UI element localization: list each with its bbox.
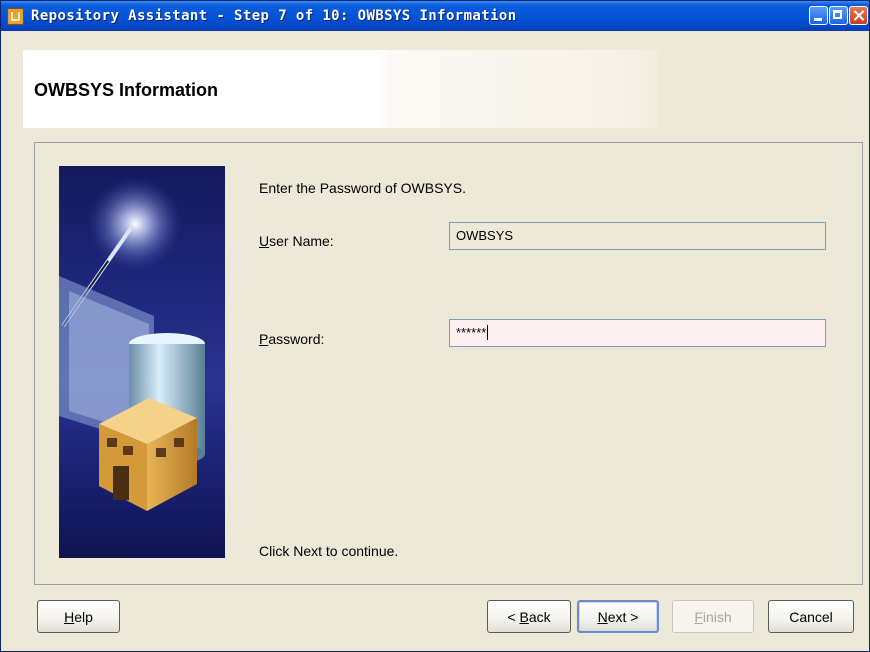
instruction-text: Enter the Password of OWBSYS.: [259, 180, 466, 196]
page-title: OWBSYS Information: [34, 80, 218, 100]
maximize-button[interactable]: [829, 6, 848, 25]
password-field[interactable]: ******: [449, 319, 826, 347]
header-band: OWBSYS Information: [23, 50, 659, 128]
text-cursor: [487, 325, 489, 340]
continue-hint: Click Next to continue.: [259, 543, 399, 559]
wizard-illustration-art: [59, 176, 205, 511]
title-bar[interactable]: Repository Assistant - Step 7 of 10: OWB…: [1, 1, 869, 31]
finish-button[interactable]: Finish: [672, 600, 754, 633]
window-title: Repository Assistant - Step 7 of 10: OWB…: [31, 8, 517, 24]
repository-assistant-window: Repository Assistant - Step 7 of 10: OWB…: [0, 0, 870, 652]
close-button[interactable]: [849, 6, 868, 25]
magic-glow: [87, 176, 183, 272]
help-button[interactable]: Help: [37, 600, 120, 633]
wizard-illustration: [59, 166, 225, 558]
user-name-label: User Name:: [259, 233, 334, 249]
app-icon: [7, 8, 24, 25]
cancel-button[interactable]: Cancel: [768, 600, 854, 633]
password-label: Password:: [259, 331, 325, 347]
user-name-field[interactable]: OWBSYS: [449, 222, 826, 250]
minimize-button[interactable]: [809, 6, 828, 25]
back-button[interactable]: < Back: [487, 600, 571, 633]
next-button[interactable]: Next >: [577, 600, 659, 633]
